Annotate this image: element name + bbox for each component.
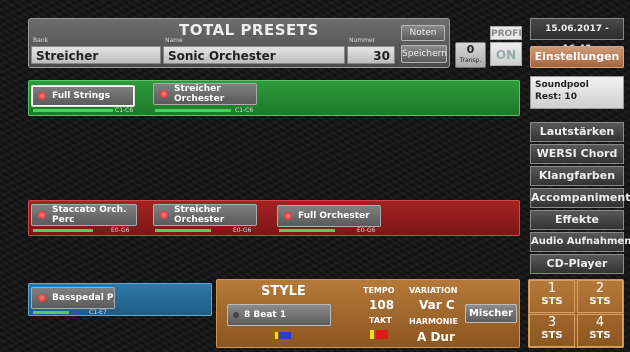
tempo-value[interactable]: 108 <box>369 298 394 312</box>
voice-led-icon <box>38 211 46 219</box>
voice-name: Full Strings <box>52 91 110 101</box>
voice-led-icon <box>38 92 46 100</box>
range-text: E0-G6 <box>233 227 252 234</box>
sts-number: 4 <box>595 315 605 330</box>
profi-label: PROFI <box>490 26 522 40</box>
total-presets-panel: TOTAL PRESETS Bank Streicher Name Sonic … <box>28 18 450 68</box>
voice-name: Full Orchester <box>298 211 370 221</box>
sts-number: 1 <box>547 281 557 296</box>
bank-field[interactable]: Streicher <box>31 46 161 64</box>
voice-streicher-orchester[interactable]: Streicher Orchester <box>153 204 257 226</box>
sts-label: STS <box>541 330 563 341</box>
sts-button-2[interactable]: 2 STS <box>577 280 623 313</box>
voice-full-strings[interactable]: Full Strings <box>31 85 135 107</box>
range-bar <box>155 229 211 232</box>
harmonie-value: A Dur <box>417 330 455 344</box>
soundpool-label: Soundpool <box>535 80 589 90</box>
style-led-icon <box>233 312 239 318</box>
voice-name-line1: Staccato Orch. <box>52 205 127 215</box>
voice-led-icon <box>160 90 168 98</box>
sts-label: STS <box>589 296 611 307</box>
voice-name-line2: Orchester <box>174 93 225 104</box>
style-title: STYLE <box>261 284 306 299</box>
datetime-display: 15.06.2017 - 16:43 <box>530 18 624 54</box>
range-text: E0-G6 <box>357 227 376 234</box>
beat-indicator-icon <box>275 332 278 339</box>
speichern-button[interactable]: Speichern <box>401 45 447 63</box>
sts-label: STS <box>589 330 611 341</box>
harmonie-label: HARMONIE <box>409 317 458 326</box>
range-text: C1-C6 <box>235 107 254 114</box>
range-text: C1-C6 <box>115 107 134 114</box>
voice-full-orchester[interactable]: Full Orchester <box>277 205 381 227</box>
voice-name-line2: Perc <box>52 214 75 225</box>
sts-button-3[interactable]: 3 STS <box>529 314 575 347</box>
sts-button-1[interactable]: 1 STS <box>529 280 575 313</box>
pedal-strip: Basspedal P_ C1-E7 <box>28 283 212 316</box>
menu-lautstaerken-button[interactable]: Lautstärken <box>530 122 624 142</box>
takt-indicator-icon <box>376 330 388 339</box>
voice-basspedal[interactable]: Basspedal P_ <box>31 287 115 309</box>
bank-label: Bank <box>33 37 49 44</box>
voice-staccato-orch-perc[interactable]: Staccato Orch. Perc <box>31 204 137 226</box>
beat-indicator-icon <box>279 332 291 339</box>
menu-wersi-chord-button[interactable]: WERSI Chord <box>530 144 624 164</box>
name-label: Name <box>165 37 183 44</box>
transpose-label: Transp. <box>459 57 482 64</box>
style-panel: STYLE 8 Beat 1 TEMPO 108 TAKT VARIATION … <box>216 279 520 348</box>
transpose-display[interactable]: 0 Transp. <box>455 42 486 68</box>
sts-number: 3 <box>547 315 557 330</box>
voice-streicher-orchester[interactable]: Streicher Orchester <box>153 83 257 105</box>
profi-toggle[interactable]: ON <box>490 42 522 66</box>
mischer-button[interactable]: Mischer <box>465 304 517 323</box>
noten-button[interactable]: Noten <box>401 25 445 41</box>
menu-effekte-button[interactable]: Effekte <box>530 210 624 230</box>
sts-number: 2 <box>595 281 605 296</box>
einstellungen-button[interactable]: Einstellungen <box>530 46 624 68</box>
panel-title: TOTAL PRESETS <box>179 21 319 39</box>
number-label: Nummer <box>349 37 376 44</box>
soundpool-display[interactable]: Soundpool Rest: 10 <box>530 76 624 109</box>
voice-name: Basspedal P_ <box>52 293 115 303</box>
voice-led-icon <box>284 212 292 220</box>
voice-name-line1: Streicher <box>174 205 221 215</box>
range-text: E0-G6 <box>111 227 130 234</box>
menu-cd-player-button[interactable]: CD-Player <box>530 254 624 274</box>
voice-name-line1: Streicher <box>174 84 221 94</box>
tempo-label: TEMPO <box>363 286 395 295</box>
upper-manual-strip: Full Strings C1-C6 Streicher Orchester C… <box>28 80 520 116</box>
menu-audio-aufnahmen-button[interactable]: Audio Aufnahmen <box>530 232 630 252</box>
voice-led-icon <box>38 294 46 302</box>
range-bar <box>155 109 231 112</box>
menu-klangfarben-button[interactable]: Klangfarben <box>530 166 624 186</box>
lower-manual-strip: Staccato Orch. Perc E0-G6 Streicher Orch… <box>28 200 520 236</box>
sts-button-4[interactable]: 4 STS <box>577 314 623 347</box>
name-field[interactable]: Sonic Orchester <box>163 46 345 64</box>
transpose-value: 0 <box>466 43 475 56</box>
sts-label: STS <box>541 296 563 307</box>
range-bar <box>33 311 69 314</box>
range-text: C1-E7 <box>89 309 107 316</box>
takt-indicator-icon <box>370 330 374 339</box>
soundpool-rest: Rest: 10 <box>535 92 577 102</box>
variation-label: VARIATION <box>409 286 458 295</box>
range-bar <box>33 109 113 112</box>
number-field[interactable]: 30 <box>347 46 395 64</box>
voice-name-line2: Orchester <box>174 214 225 225</box>
range-bar <box>279 229 335 232</box>
range-bar <box>33 229 93 232</box>
sts-panel: 1 STS 2 STS 3 STS 4 STS <box>528 279 624 348</box>
menu-accompaniment-button[interactable]: Accompaniment <box>530 188 630 208</box>
style-select-button[interactable]: 8 Beat 1 <box>227 304 331 326</box>
voice-led-icon <box>160 211 168 219</box>
style-name: 8 Beat 1 <box>244 310 287 320</box>
variation-value[interactable]: Var C <box>419 298 455 312</box>
takt-label: TAKT <box>369 316 392 325</box>
